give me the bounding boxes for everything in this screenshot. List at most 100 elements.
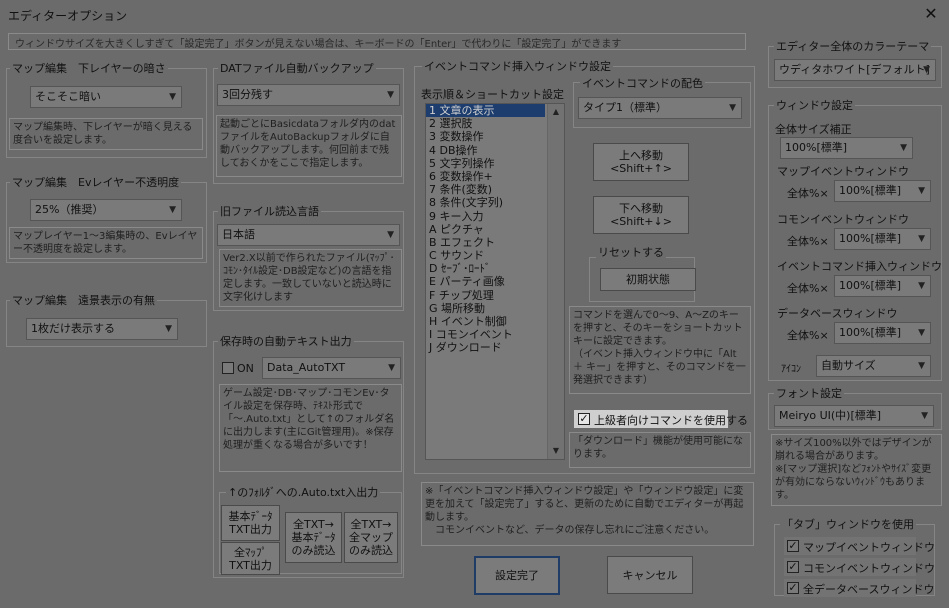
move-down-button[interactable]: 下へ移動 <Shift+↓>	[593, 196, 689, 234]
dat-backup-desc: 起動ごとにBasicdataフォルダ内のdatファイルをAutoBackupフォ…	[216, 115, 402, 177]
map-layer-dark-value: そこそこ暗い	[35, 90, 101, 103]
icon-size-select[interactable]: 自動サイズ ▼	[816, 355, 931, 377]
event-command-item[interactable]: I コモンイベント	[426, 328, 564, 341]
auto-text-desc: ゲーム設定･DB･マップ･コモンEv･タイル設定を保存時、ﾃｷｽﾄ形式で「～.A…	[219, 384, 402, 472]
ok-button[interactable]: 設定完了	[474, 556, 560, 595]
event-command-item[interactable]: 6 変数操作+	[426, 170, 564, 183]
chevron-down-icon: ▼	[918, 328, 925, 338]
window-size-row-select[interactable]: 100%[標準] ▼	[834, 228, 931, 250]
chevron-down-icon: ▼	[169, 92, 176, 102]
event-command-item[interactable]: H イベント制御	[426, 315, 564, 328]
event-command-item[interactable]: 8 条件(文字列)	[426, 196, 564, 209]
window-size-row-select[interactable]: 100%[標準] ▼	[834, 180, 931, 202]
event-command-item[interactable]: 7 条件(変数)	[426, 183, 564, 196]
tab-window-label: マップイベントウィンドウ	[803, 541, 935, 554]
tab-window-label: 全データベースウィンドウ	[803, 583, 935, 596]
theme-value: ウディタホワイト[デフォルト]	[779, 63, 930, 76]
tab-windows-label: 「タブ」ウィンドウを使用	[780, 518, 916, 531]
old-file-lang-value: 日本語	[222, 228, 255, 241]
map-layer-dark-desc: マップ編集時、下レイヤーが暗く見える度合いを設定します。	[9, 118, 203, 150]
list-scrollbar[interactable]: ▲ ▼	[547, 104, 564, 459]
map-layer-dark-label: マップ編集 下レイヤーの暗さ	[10, 62, 168, 75]
scroll-down-icon[interactable]: ▼	[548, 443, 564, 459]
event-command-item[interactable]: 1 文章の表示	[426, 104, 545, 118]
order-shortcut-label: 表示順＆ショートカット設定	[421, 88, 564, 101]
move-up-button[interactable]: 上へ移動 <Shift+↑>	[593, 143, 689, 181]
old-file-lang-select[interactable]: 日本語 ▼	[217, 224, 400, 246]
window-size-row-value: 100%[標準]	[839, 232, 902, 245]
txt-import-all-map-button[interactable]: 全TXT→ 全マップ のみ読込	[344, 512, 398, 563]
window-size-row-select[interactable]: 100%[標準] ▼	[834, 275, 931, 297]
theme-select[interactable]: ウディタホワイト[デフォルト] ▼	[774, 59, 936, 81]
window-size-row-label: イベントコマンド挿入ウィンドウ	[777, 260, 942, 273]
all-map-txt-output-button[interactable]: 全ﾏｯﾌﾟ TXT出力	[221, 542, 280, 575]
window-size-row-prefix: 全体%×	[787, 329, 829, 342]
reset-default-button[interactable]: 初期状態	[600, 268, 696, 291]
tab-window-checkbox[interactable]: ✓	[787, 582, 799, 594]
ev-layer-opacity-desc: マップレイヤー1～3編集時の、Evレイヤー不透明度を設定します。	[9, 227, 203, 259]
chevron-down-icon: ▼	[165, 324, 172, 334]
advanced-commands-desc: 「ダウンロード」機能が使用可能になります。	[569, 432, 751, 468]
restart-notice: ※「イベントコマンド挿入ウィンドウ設定」や「ウィンドウ設定」に変更を加えて「設定…	[421, 482, 754, 546]
chevron-down-icon: ▼	[388, 363, 395, 373]
event-command-item[interactable]: E パーティ画像	[426, 275, 564, 288]
hint-text: ウィンドウサイズを大きくしすぎて「設定完了」ボタンが見えない場合は、キーボードの…	[8, 33, 746, 50]
auto-text-folder-select[interactable]: Data_AutoTXT ▼	[262, 357, 401, 379]
window-size-row-select[interactable]: 100%[標準] ▼	[834, 322, 931, 344]
txt-import-basic-data-button[interactable]: 全TXT→ 基本ﾃﾞｰﾀ のみ読込	[285, 512, 342, 563]
auto-text-on-label: ON	[237, 362, 254, 375]
advanced-commands-checkbox[interactable]: ✓	[578, 413, 590, 425]
chevron-down-icon: ▼	[387, 230, 394, 240]
chevron-down-icon: ▼	[729, 103, 736, 113]
event-command-item[interactable]: J ダウンロード	[426, 341, 564, 354]
window-size-row-prefix: 全体%×	[787, 187, 829, 200]
chevron-down-icon: ▼	[918, 186, 925, 196]
window-settings-label: ウィンドウ設定	[774, 99, 855, 112]
advanced-commands-toggle[interactable]: ✓ 上級者向けコマンドを使用する	[574, 410, 748, 428]
auto-text-folder-value: Data_AutoTXT	[267, 361, 346, 374]
event-command-list[interactable]: 1 文章の表示 2 選択肢 3 変数操作 4 DB操作 5 文字列操作 6 変数操作+ 7 …	[425, 103, 565, 460]
cancel-button[interactable]: キャンセル	[607, 556, 693, 594]
overall-size-select[interactable]: 100%[標準] ▼	[780, 137, 913, 159]
event-command-item[interactable]: 3 変数操作	[426, 130, 564, 143]
event-command-item[interactable]: B エフェクト	[426, 236, 564, 249]
tab-window-checkbox[interactable]: ✓	[787, 561, 799, 573]
event-command-item[interactable]: 4 DB操作	[426, 144, 564, 157]
ev-layer-opacity-value: 25%（推奨）	[35, 203, 104, 216]
font-value: Meiryo UI(中)[標準]	[779, 409, 882, 422]
font-select[interactable]: Meiryo UI(中)[標準] ▼	[774, 405, 934, 427]
window-size-row-value: 100%[標準]	[839, 326, 902, 339]
basic-data-txt-output-button[interactable]: 基本ﾃﾞｰﾀ TXT出力	[221, 505, 280, 541]
event-command-item[interactable]: D ｾｰﾌﾞ･ﾛｰﾄﾞ	[426, 262, 564, 275]
scroll-up-icon[interactable]: ▲	[548, 104, 564, 120]
font-label: フォント設定	[774, 387, 844, 400]
color-scheme-select[interactable]: タイプ1（標準） ▼	[578, 97, 742, 119]
color-scheme-value: タイプ1（標準）	[583, 101, 667, 114]
auto-text-label: 保存時の自動テキスト出力	[218, 335, 354, 348]
event-command-item[interactable]: 9 キー入力	[426, 210, 564, 223]
event-command-item[interactable]: C サウンド	[426, 249, 564, 262]
event-command-item[interactable]: A ピクチャ	[426, 223, 564, 236]
event-command-item[interactable]: G 場所移動	[426, 302, 564, 315]
distant-view-value: 1枚だけ表示する	[31, 322, 115, 335]
chevron-down-icon: ▼	[387, 90, 394, 100]
tab-window-toggle[interactable]: ✓ コモンイベントウィンドウ	[784, 558, 935, 576]
window-size-row-value: 100%[標準]	[839, 279, 902, 292]
window-size-row-value: 100%[標準]	[839, 184, 902, 197]
tab-window-checkbox[interactable]: ✓	[787, 540, 799, 552]
event-command-item[interactable]: F チップ処理	[426, 289, 564, 302]
dat-backup-select[interactable]: 3回分残す ▼	[217, 84, 400, 106]
tab-window-toggle[interactable]: ✓ マップイベントウィンドウ	[784, 537, 935, 555]
auto-text-checkbox[interactable]	[222, 362, 234, 374]
map-layer-dark-select[interactable]: そこそこ暗い ▼	[30, 86, 182, 108]
event-command-item[interactable]: 5 文字列操作	[426, 157, 564, 170]
tab-window-toggle[interactable]: ✓ 全データベースウィンドウ	[784, 579, 934, 597]
event-command-item[interactable]: 2 選択肢	[426, 117, 564, 130]
chevron-down-icon: ▼	[923, 65, 930, 75]
ev-layer-opacity-select[interactable]: 25%（推奨） ▼	[30, 199, 182, 221]
distant-view-select[interactable]: 1枚だけ表示する ▼	[26, 318, 178, 340]
old-file-lang-label: 旧ファイル読込言語	[218, 205, 321, 218]
close-button[interactable]: ✕	[919, 3, 943, 25]
advanced-commands-label: 上級者向けコマンドを使用する	[594, 414, 748, 427]
chevron-down-icon: ▼	[918, 281, 925, 291]
